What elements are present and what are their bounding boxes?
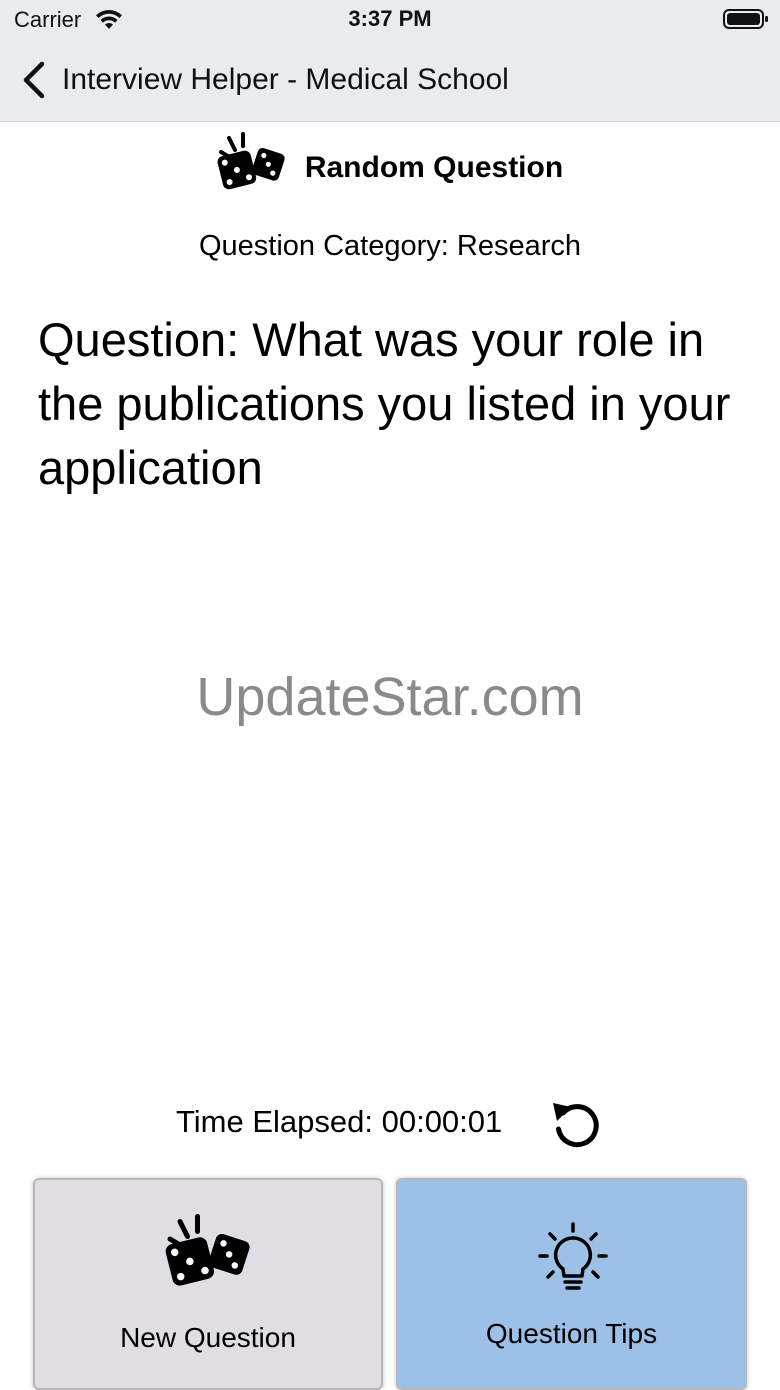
page-title: Interview Helper - Medical School bbox=[62, 63, 509, 96]
random-question-header: Random Question bbox=[0, 128, 780, 208]
time-elapsed-label: Time Elapsed: 00:00:01 bbox=[176, 1104, 503, 1139]
question-tips-button[interactable]: Question Tips bbox=[396, 1178, 747, 1390]
status-time: 3:37 PM bbox=[348, 6, 432, 31]
header-title: Random Question bbox=[304, 151, 564, 184]
dice-icon bbox=[165, 1214, 250, 1286]
lightbulb-icon bbox=[538, 1222, 608, 1290]
reset-icon bbox=[553, 1103, 599, 1148]
question-text: Question: What was your role in the publ… bbox=[38, 313, 731, 494]
dice-icon bbox=[217, 132, 285, 190]
question-tips-label: Question Tips bbox=[485, 1318, 658, 1349]
reset-timer-button[interactable] bbox=[546, 1096, 608, 1154]
back-button[interactable]: Interview Helper - Medical School bbox=[20, 60, 509, 100]
timer-row: Time Elapsed: 00:00:01 bbox=[0, 1094, 780, 1156]
watermark: UpdateStar.com bbox=[196, 667, 584, 727]
navigation-bar: Interview Helper - Medical School bbox=[0, 40, 780, 122]
status-bar: Carrier 3:37 PM bbox=[0, 0, 780, 40]
question-category: Question Category: Research bbox=[198, 230, 582, 262]
new-question-button[interactable]: New Question bbox=[33, 1178, 383, 1390]
new-question-label: New Question bbox=[120, 1322, 296, 1353]
chevron-left-icon bbox=[23, 61, 45, 99]
battery-icon bbox=[723, 9, 768, 29]
